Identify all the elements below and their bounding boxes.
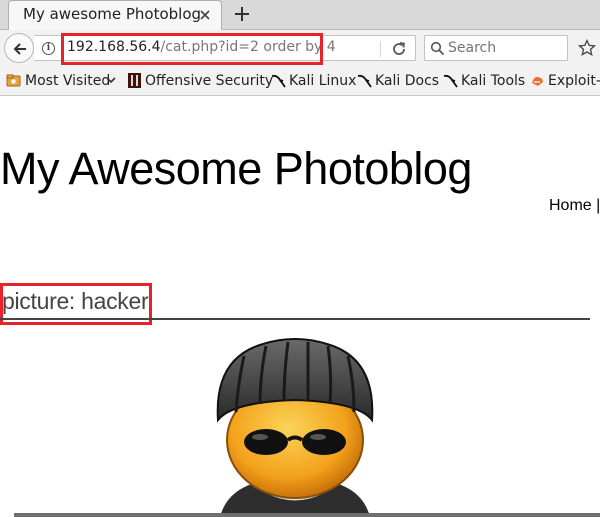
- post-divider: [0, 318, 590, 320]
- reload-icon[interactable]: [390, 40, 408, 58]
- kali-dragon-icon: [271, 74, 286, 88]
- back-arrow-icon: [13, 43, 26, 55]
- url-separator: [380, 41, 381, 57]
- search-icon: [430, 41, 445, 56]
- bookmark-kali-tools[interactable]: Kali Tools: [461, 73, 525, 89]
- new-tab-icon[interactable]: [232, 4, 252, 24]
- kali-dragon-icon: [443, 74, 458, 88]
- bookmark-most-visited[interactable]: Most Visited: [25, 73, 110, 89]
- bookmark-kali-linux[interactable]: Kali Linux: [289, 73, 356, 89]
- bookmarks-bar: Most Visited Offensive Security Kali Lin…: [0, 66, 600, 96]
- offsec-icon: [128, 73, 141, 88]
- bookmark-star-icon[interactable]: [578, 39, 596, 57]
- tab-title: My awesome Photoblog: [23, 5, 202, 23]
- close-icon[interactable]: [197, 7, 213, 23]
- menu-home-link[interactable]: Home: [549, 197, 592, 214]
- exploit-db-icon: [532, 76, 543, 86]
- search-input[interactable]: [448, 36, 566, 60]
- bookmark-exploit-db[interactable]: Exploit-D: [548, 73, 600, 89]
- bottom-divider: [14, 513, 600, 517]
- gear-folder-icon: [6, 74, 21, 87]
- kali-dragon-icon: [357, 74, 372, 88]
- tab-bar: My awesome Photoblog: [0, 0, 600, 30]
- hacker-picture: [216, 338, 374, 517]
- back-button[interactable]: [4, 33, 34, 63]
- menu-separator: |: [596, 197, 600, 214]
- search-bar[interactable]: [424, 35, 568, 61]
- bookmark-offensive-security[interactable]: Offensive Security: [145, 73, 273, 89]
- site-info-icon[interactable]: i: [42, 42, 55, 55]
- url-highlight-box: [61, 33, 323, 65]
- bookmark-kali-docs[interactable]: Kali Docs: [375, 73, 439, 89]
- site-title: My Awesome Photoblog: [0, 143, 472, 194]
- tab-active[interactable]: My awesome Photoblog: [8, 0, 222, 30]
- chevron-down-icon[interactable]: [106, 75, 116, 85]
- site-menu: Home |: [549, 197, 600, 215]
